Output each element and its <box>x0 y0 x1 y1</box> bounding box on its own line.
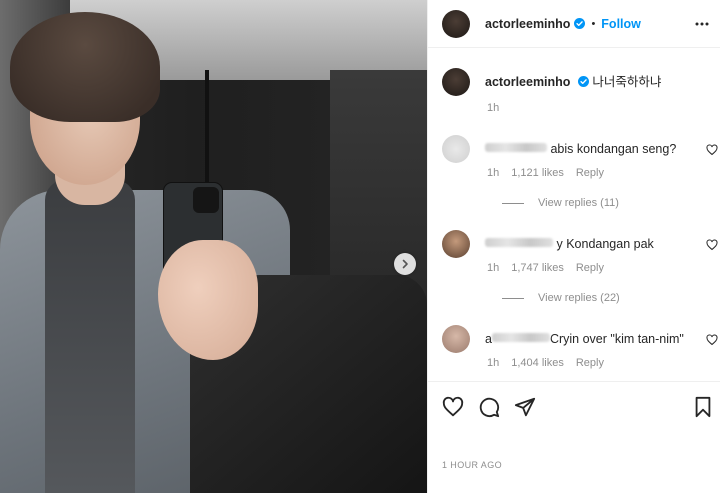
comment-text: abis kondangan seng? <box>485 141 676 157</box>
commenter-username-blurred[interactable] <box>485 143 547 152</box>
view-replies-label: View replies (11) <box>538 197 619 209</box>
post-timestamp[interactable]: 1 HOUR AGO <box>442 460 502 470</box>
more-options-icon[interactable] <box>695 17 709 31</box>
post-header: actorleeminho • Follow <box>428 0 720 48</box>
post-photo[interactable] <box>0 0 427 493</box>
heart-icon[interactable] <box>706 144 718 156</box>
comment-text: y Kondangan pak <box>485 236 654 252</box>
comment-time[interactable]: 1h <box>487 167 499 179</box>
commenter-username-blurred[interactable] <box>491 333 550 342</box>
comment-text: a Cryin over "kim tan-nim" <box>485 331 684 347</box>
reply-button[interactable]: Reply <box>576 357 604 369</box>
comments-list: actorleeminho 나너죽하하냐 1h abis kondangan s… <box>428 48 720 381</box>
comment-meta: 1h 1,404 likes Reply <box>487 357 604 369</box>
heart-icon[interactable] <box>706 239 718 251</box>
comment-item: abis kondangan seng? 1h 1,121 likes Repl… <box>442 135 718 209</box>
caption-body: 나너죽하하냐 <box>592 75 662 89</box>
author-username[interactable]: actorleeminho <box>485 17 570 31</box>
heart-icon[interactable] <box>442 396 464 418</box>
paper-plane-icon[interactable] <box>514 396 536 418</box>
reply-button[interactable]: Reply <box>576 167 604 179</box>
chevron-right-icon <box>402 259 408 269</box>
comment-likes[interactable]: 1,747 likes <box>511 262 564 274</box>
next-photo-button[interactable] <box>394 253 416 275</box>
view-replies-label: View replies (22) <box>538 292 620 304</box>
author-avatar[interactable] <box>442 68 470 96</box>
commenter-avatar[interactable] <box>442 230 470 258</box>
comment-time[interactable]: 1h <box>487 357 499 369</box>
caption: actorleeminho 나너죽하하냐 1h <box>442 68 712 114</box>
view-replies-button[interactable]: View replies (22) <box>502 292 620 304</box>
hair <box>10 12 160 122</box>
comment-meta: 1h 1,747 likes Reply <box>487 262 604 274</box>
reply-button[interactable]: Reply <box>576 262 604 274</box>
heart-icon[interactable] <box>706 334 718 346</box>
comment-meta: 1h 1,121 likes Reply <box>487 167 604 179</box>
post-actions-bar <box>428 381 720 431</box>
comment-icon[interactable] <box>478 396 500 418</box>
commenter-avatar[interactable] <box>442 325 470 353</box>
comment-body: abis kondangan seng? <box>550 142 677 156</box>
replies-divider <box>502 297 524 299</box>
commenter-username-blurred[interactable] <box>485 238 553 247</box>
author-avatar[interactable] <box>442 9 470 38</box>
caption-meta: 1h <box>487 102 499 114</box>
caption-time[interactable]: 1h <box>487 102 499 114</box>
commenter-avatar[interactable] <box>442 135 470 163</box>
follow-button[interactable]: Follow <box>601 17 641 31</box>
commenter-username-initial[interactable]: a <box>485 332 492 346</box>
separator-dot: • <box>591 17 596 30</box>
comment-body: Cryin over "kim tan-nim" <box>549 332 684 346</box>
bookmark-icon[interactable] <box>692 396 714 418</box>
verified-badge-icon <box>577 76 589 87</box>
comment-item: y Kondangan pak 1h 1,747 likes Reply Vie… <box>442 230 718 304</box>
comment-item: a Cryin over "kim tan-nim" 1h 1,404 likes… <box>442 325 718 369</box>
replies-divider <box>502 202 524 204</box>
caption-text: actorleeminho 나너죽하하냐 <box>485 74 661 90</box>
comment-body: y Kondangan pak <box>556 237 654 251</box>
verified-badge-icon <box>574 18 586 29</box>
post-side-panel: actorleeminho • Follow actorleeminho 나너죽 <box>427 0 720 493</box>
knit-sweater <box>45 180 135 493</box>
comment-likes[interactable]: 1,121 likes <box>511 167 564 179</box>
view-replies-button[interactable]: View replies (11) <box>502 197 619 209</box>
caption-username[interactable]: actorleeminho <box>485 75 570 89</box>
phone-camera <box>193 187 219 213</box>
comment-time[interactable]: 1h <box>487 262 499 274</box>
comment-likes[interactable]: 1,404 likes <box>511 357 564 369</box>
